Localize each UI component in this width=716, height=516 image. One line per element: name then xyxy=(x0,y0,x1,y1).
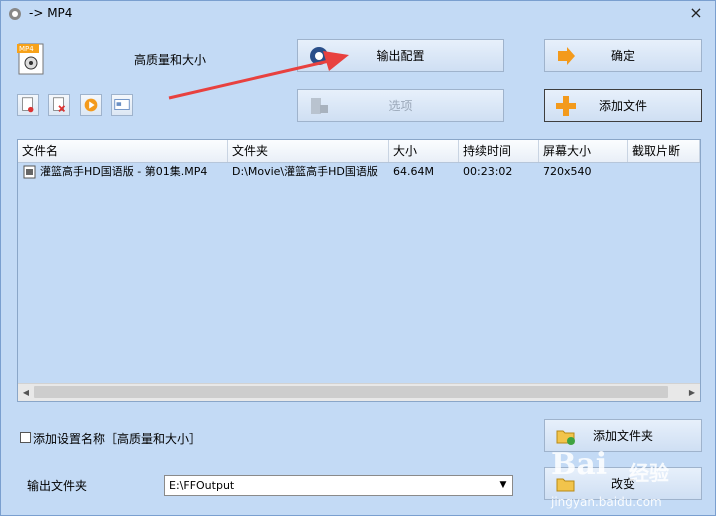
play-icon xyxy=(84,98,98,112)
options-label: 选项 xyxy=(388,99,413,113)
clear-tool-button[interactable] xyxy=(48,94,70,116)
watermark-url: jingyan.baidu.com xyxy=(551,495,662,509)
output-config-label: 输出配置 xyxy=(376,49,425,63)
cell-duration: 00:23:02 xyxy=(463,165,513,178)
horizontal-scrollbar[interactable]: ◀ ▶ xyxy=(18,383,700,401)
window-title: -> MP4 xyxy=(29,6,73,20)
ok-label: 确定 xyxy=(610,49,635,63)
cell-clip xyxy=(628,162,700,182)
cell-screen-size: 720x540 xyxy=(543,165,592,178)
app-window: -> MP4 × MP4 高质量和大小 输出配置 确定 选项 添加文件 文件名 … xyxy=(0,0,716,516)
remove-icon xyxy=(22,97,34,113)
plus-icon xyxy=(556,95,576,116)
baidu-watermark: Bai 经验 jingyan.baidu.com xyxy=(549,447,709,515)
cell-filename: 灌篮高手HD国语版 - 第01集.MP4 xyxy=(40,165,208,178)
output-folder-value: E:\FFOutput xyxy=(169,479,235,492)
cell-folder: D:\Movie\灌篮高手HD国语版 xyxy=(232,165,378,178)
film-settings-icon xyxy=(311,97,328,114)
column-header-screen-size[interactable]: 屏幕大小 xyxy=(539,140,628,162)
add-folder-label: 添加文件夹 xyxy=(592,429,653,443)
video-file-icon xyxy=(23,165,36,179)
close-button[interactable]: × xyxy=(687,4,705,22)
title-bar: -> MP4 × xyxy=(1,1,715,27)
cell-size: 64.64M xyxy=(393,165,434,178)
app-icon xyxy=(9,8,21,20)
column-header-folder[interactable]: 文件夹 xyxy=(228,140,389,162)
column-header-clip[interactable]: 截取片断 xyxy=(628,140,700,162)
options-button[interactable]: 选项 xyxy=(297,89,504,122)
output-folder-label: 输出文件夹 xyxy=(27,479,88,493)
scroll-right-icon[interactable]: ▶ xyxy=(684,384,700,401)
file-table: 文件名 文件夹 大小 持续时间 屏幕大小 截取片断 灌篮高手HD国语版 - 第0… xyxy=(17,139,701,402)
watermark-cn: 经验 xyxy=(629,461,669,485)
info-tool-button[interactable] xyxy=(111,94,133,116)
chevron-down-icon[interactable]: ▼ xyxy=(494,476,512,495)
table-row[interactable]: 灌篮高手HD国语版 - 第01集.MP4 D:\Movie\灌篮高手HD国语版 … xyxy=(18,162,700,182)
table-header: 文件名 文件夹 大小 持续时间 屏幕大小 截取片断 xyxy=(18,140,700,163)
add-file-label: 添加文件 xyxy=(598,99,647,113)
column-header-duration[interactable]: 持续时间 xyxy=(459,140,539,162)
column-header-size[interactable]: 大小 xyxy=(389,140,459,162)
add-name-checkbox[interactable] xyxy=(20,432,31,443)
watermark-brand: Bai xyxy=(551,447,608,482)
mp4-format-icon: MP4 xyxy=(17,43,44,75)
arrow-right-icon xyxy=(558,46,575,65)
scroll-thumb[interactable] xyxy=(34,386,668,398)
ok-button[interactable]: 确定 xyxy=(544,39,702,72)
svg-text:MP4: MP4 xyxy=(19,45,34,53)
clear-icon xyxy=(53,97,66,113)
info-icon xyxy=(114,99,130,110)
add-name-label: 添加设置名称［高质量和大小］ xyxy=(33,432,202,446)
remove-tool-button[interactable] xyxy=(17,94,39,116)
folder-add-icon xyxy=(556,430,575,445)
column-header-filename[interactable]: 文件名 xyxy=(18,140,228,162)
output-folder-select[interactable]: E:\FFOutput ▼ xyxy=(164,475,513,496)
add-file-button[interactable]: 添加文件 xyxy=(544,89,702,122)
play-tool-button[interactable] xyxy=(80,94,102,116)
scroll-left-icon[interactable]: ◀ xyxy=(18,384,34,401)
